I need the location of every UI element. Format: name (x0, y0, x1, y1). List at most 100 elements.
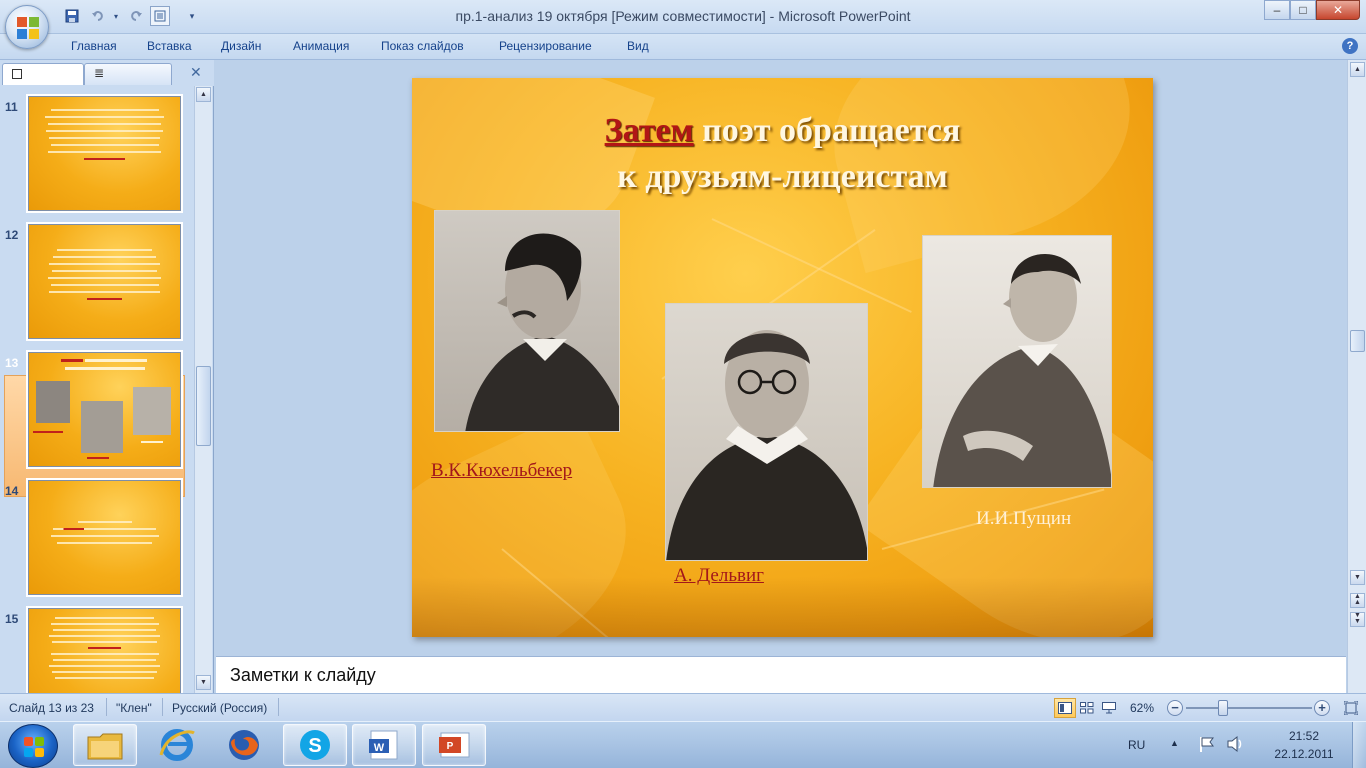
svg-text:P: P (447, 741, 454, 752)
internet-explorer-icon (159, 729, 195, 761)
taskbar-internet-explorer[interactable] (145, 724, 209, 766)
maximize-button[interactable]: □ (1290, 0, 1316, 20)
tab-slides[interactable] (2, 63, 84, 85)
zoom-out-button[interactable]: − (1167, 700, 1183, 716)
clock-date: 22.12.2011 (1274, 747, 1334, 761)
slide-title-line1: поэт обращается (693, 112, 961, 149)
title-bar: ▾ ▾ пр.1-анализ 19 октября [Режим совмес… (0, 0, 1366, 34)
svg-text:S: S (308, 735, 321, 757)
taskbar-powerpoint[interactable]: P (422, 724, 486, 766)
pane-tabs: ≣ ✕ (0, 60, 214, 86)
minimize-button[interactable]: – (1264, 0, 1290, 20)
slide-thumbnail-12[interactable] (28, 224, 181, 339)
taskbar-firefox[interactable] (212, 724, 276, 766)
slide-thumbnails: 11 12 13 14 15 (0, 86, 194, 693)
ribbon-tabs: Главная Вставка Дизайн Анимация Показ сл… (0, 34, 1366, 60)
theme-name: "Клен" (116, 701, 152, 715)
previous-slide-icon[interactable]: ▲ ▲ (1350, 593, 1365, 608)
portrait-pushchin[interactable] (922, 235, 1112, 488)
action-center-flag-icon[interactable] (1198, 735, 1216, 756)
slide-title-highlight: Затем (604, 112, 694, 149)
tab-design[interactable]: Дизайн (221, 39, 261, 53)
window-title: пр.1-анализ 19 октября [Режим совместимо… (455, 8, 911, 24)
slide-bottom-shade (412, 577, 1153, 637)
office-button[interactable] (5, 5, 49, 49)
portrait-kuchelbecker[interactable] (434, 210, 620, 432)
taskbar-explorer[interactable] (73, 724, 137, 766)
tab-view[interactable]: Вид (627, 39, 649, 53)
tab-animation[interactable]: Анимация (293, 39, 349, 53)
thumbnails-scrollbar[interactable]: ▲ ▼ (194, 86, 212, 693)
scroll-up-icon[interactable]: ▲ (196, 87, 211, 102)
thumbnail-number: 14 (5, 484, 19, 498)
taskbar-skype[interactable]: S (283, 724, 347, 766)
scroll-down-icon[interactable]: ▼ (196, 675, 211, 690)
status-divider (106, 698, 107, 716)
fit-to-window-icon[interactable] (1340, 698, 1362, 718)
thumbnail-number: 11 (5, 100, 18, 114)
slide-thumbnail-15[interactable] (28, 608, 181, 693)
caption-delvig[interactable]: А. Дельвиг (674, 565, 764, 587)
slide-title-line2: к друзьям-лицеистам (617, 158, 948, 195)
status-divider (162, 698, 163, 716)
zoom-in-button[interactable]: + (1314, 700, 1330, 716)
start-button[interactable] (8, 724, 58, 768)
zoom-slider-thumb[interactable] (1218, 700, 1228, 716)
explorer-icon (87, 733, 123, 760)
taskbar-word[interactable]: W (352, 724, 416, 766)
status-bar: Слайд 13 из 23 "Клен" Русский (Россия) 6… (0, 693, 1366, 721)
input-language[interactable]: RU (1128, 738, 1145, 752)
window-controls: – □ ✕ (1264, 0, 1360, 22)
svg-text:W: W (374, 742, 385, 754)
windows-logo-icon (24, 737, 44, 757)
slides-tab-icon (12, 69, 22, 79)
volume-icon[interactable] (1226, 735, 1246, 756)
skype-icon: S (300, 730, 330, 760)
caption-pushchin: И.И.Пущин (976, 508, 1072, 529)
notes-pane[interactable]: Заметки к слайду (216, 656, 1346, 693)
taskbar: S W P RU ▲ 21:52 22.12.2011 (0, 721, 1366, 768)
next-slide-icon[interactable]: ▼ ▼ (1350, 612, 1365, 627)
notes-placeholder[interactable]: Заметки к слайду (230, 665, 376, 686)
slide-title[interactable]: Затем поэт обращается к друзьям-лицеиста… (412, 108, 1153, 200)
slide-show-icon[interactable] (1098, 698, 1120, 718)
tab-insert[interactable]: Вставка (147, 39, 192, 53)
slide-thumbnail-13[interactable] (28, 352, 181, 467)
portrait-delvig[interactable] (665, 303, 868, 561)
system-clock[interactable]: 21:52 22.12.2011 (1266, 727, 1342, 763)
tab-slide-show[interactable]: Показ слайдов (381, 39, 464, 53)
powerpoint-icon: P (439, 732, 470, 758)
office-logo-icon (17, 17, 39, 39)
firefox-icon (229, 730, 259, 760)
language-indicator[interactable]: Русский (Россия) (172, 701, 267, 715)
scroll-down-icon[interactable]: ▼ (1350, 570, 1365, 585)
normal-view-icon[interactable] (1054, 698, 1076, 718)
close-pane-icon[interactable]: ✕ (190, 64, 202, 81)
slide-scrollbar[interactable]: ▲ ▼ ▲ ▲ ▼ ▼ (1347, 60, 1366, 693)
zoom-slider-track[interactable] (1186, 707, 1312, 709)
slide-thumbnail-11[interactable] (28, 96, 181, 211)
tab-home[interactable]: Главная (71, 39, 117, 53)
scroll-thumb[interactable] (1350, 330, 1365, 352)
scroll-thumb[interactable] (196, 366, 211, 446)
scroll-up-icon[interactable]: ▲ (1350, 62, 1365, 77)
show-desktop-button[interactable] (1352, 722, 1366, 768)
slide-thumbnail-14[interactable] (28, 480, 181, 595)
caption-kuchelbecker[interactable]: В.К.Кюхельбекер (431, 460, 572, 482)
word-icon: W (369, 730, 398, 760)
tab-review[interactable]: Рецензирование (499, 39, 592, 53)
show-hidden-icons-icon[interactable]: ▲ (1170, 738, 1179, 748)
thumbnail-number: 13 (5, 356, 19, 370)
tab-outline[interactable]: ≣ (84, 63, 172, 85)
slide-canvas[interactable]: Затем поэт обращается к друзьям-лицеиста… (412, 78, 1153, 637)
clock-time: 21:52 (1288, 729, 1320, 743)
status-divider (278, 698, 279, 716)
slides-pane: ≣ ✕ 11 12 13 14 15 ▲ ▼ (0, 60, 214, 693)
zoom-level[interactable]: 62% (1130, 701, 1154, 715)
thumbnail-number: 15 (5, 612, 19, 626)
slide-counter: Слайд 13 из 23 (9, 701, 94, 715)
thumbnail-number: 12 (5, 228, 19, 242)
slide-sorter-icon[interactable] (1076, 698, 1098, 718)
help-icon[interactable]: ? (1342, 38, 1358, 54)
close-button[interactable]: ✕ (1316, 0, 1360, 20)
